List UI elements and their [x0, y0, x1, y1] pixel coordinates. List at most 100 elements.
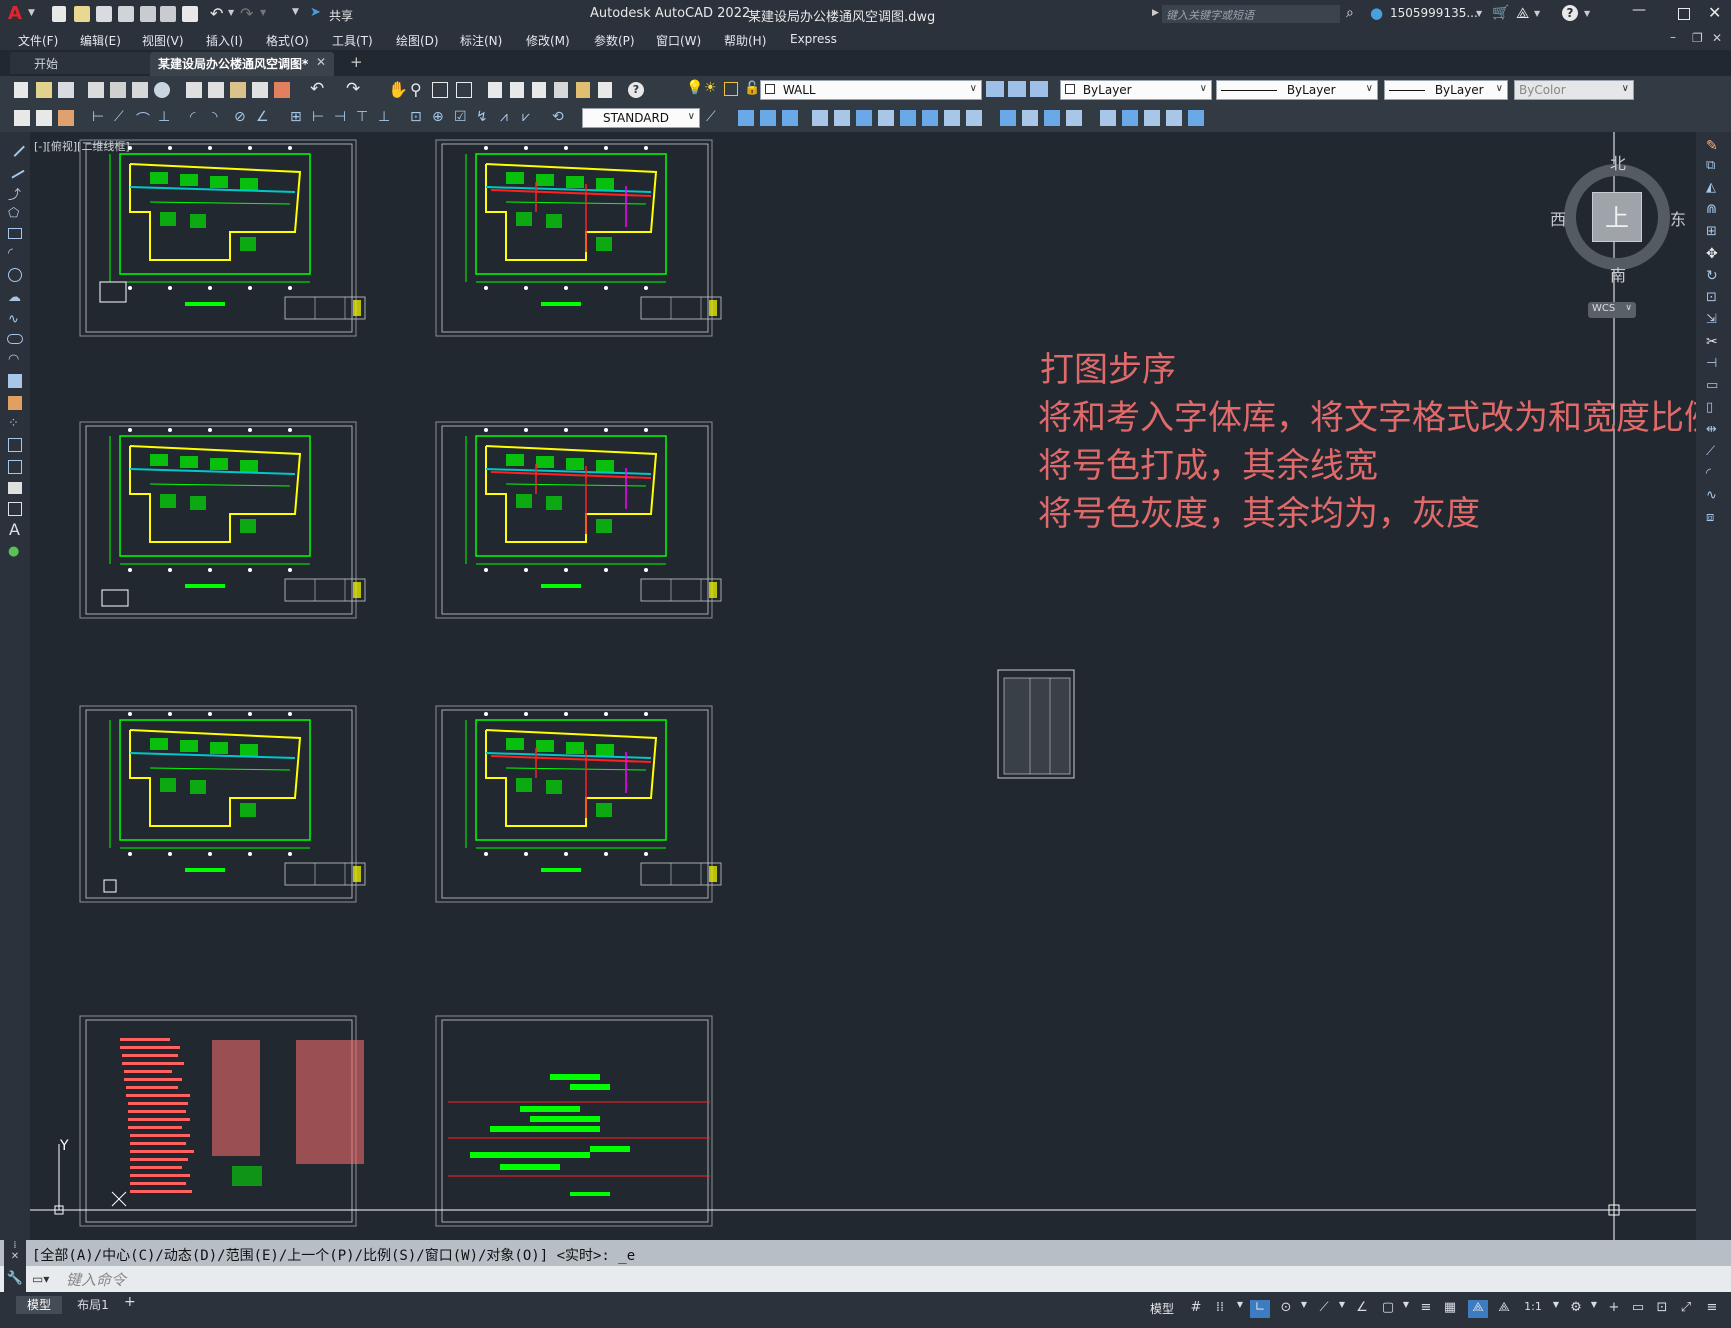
- user-name[interactable]: 1505999135...: [1390, 6, 1478, 20]
- menu-parametric[interactable]: 参数(P): [594, 32, 635, 49]
- doc-minimize-icon[interactable]: –: [1670, 30, 1676, 44]
- save-web-icon[interactable]: [160, 6, 176, 22]
- tb-pan-icon[interactable]: ✋: [388, 80, 408, 99]
- tb-paste-icon[interactable]: [230, 82, 246, 98]
- dim-baseline-icon[interactable]: ⊢: [312, 109, 324, 125]
- annotation-visibility-icon[interactable]: ⟁: [1468, 1300, 1488, 1318]
- mod-icon-7[interactable]: [878, 110, 894, 126]
- search-icon[interactable]: ⌕: [1346, 5, 1354, 21]
- tab-drawing[interactable]: 某建设局办公楼通风空调图* ✕: [150, 52, 334, 76]
- layer-states-icon[interactable]: [1030, 81, 1048, 97]
- workspace-dropdown-icon[interactable]: ▼: [1584, 1300, 1604, 1318]
- tb-zoom-window-icon[interactable]: [432, 82, 448, 98]
- menu-draw[interactable]: 绘图(D): [396, 32, 439, 49]
- customize-icon[interactable]: ≡: [1702, 1300, 1722, 1318]
- mod-icon-8[interactable]: [900, 110, 916, 126]
- tb-calc-icon[interactable]: [598, 82, 612, 98]
- layout-tab-layout1[interactable]: 布局1: [66, 1296, 120, 1314]
- region-icon[interactable]: [8, 482, 22, 494]
- undo-dropdown-icon[interactable]: ▼: [228, 8, 234, 17]
- tb2-icon-3[interactable]: [58, 110, 74, 126]
- lineweight-icon[interactable]: ≡: [1416, 1300, 1436, 1318]
- menu-dimension[interactable]: 标注(N): [460, 32, 502, 49]
- tb-publish-icon[interactable]: [132, 82, 148, 98]
- osnap-tracking-dropdown-icon[interactable]: ▼: [1332, 1300, 1352, 1318]
- dim-text-edit-icon[interactable]: ⩗: [522, 109, 530, 125]
- mod-icon-17[interactable]: [1122, 110, 1138, 126]
- viewcube-north[interactable]: 北: [1610, 150, 1626, 174]
- dim-update-icon[interactable]: ⟲: [552, 109, 564, 125]
- maximize-icon[interactable]: [1678, 8, 1690, 20]
- save-as-icon[interactable]: [118, 6, 134, 22]
- units-icon[interactable]: ▭: [1628, 1300, 1648, 1318]
- autocad-logo-icon[interactable]: A: [8, 4, 26, 24]
- app-menu-arrow-icon[interactable]: ▼: [28, 8, 35, 18]
- explode-icon[interactable]: ⧈: [1706, 510, 1714, 525]
- mod-icon-15[interactable]: [1066, 110, 1082, 126]
- dim-break-icon[interactable]: ⊥: [378, 109, 390, 125]
- snap-dropdown-icon[interactable]: ▼: [1230, 1300, 1250, 1318]
- share-button[interactable]: 共享: [329, 7, 353, 24]
- search-expand-icon[interactable]: ▶: [1152, 8, 1159, 18]
- dim-diameter-icon[interactable]: ⊘: [234, 109, 246, 125]
- erase-icon[interactable]: ✎: [1706, 138, 1718, 154]
- tb-toolpalette-icon[interactable]: [532, 82, 546, 98]
- tb2-icon-2[interactable]: [36, 110, 52, 126]
- osnap-tracking-icon[interactable]: ⟋: [1314, 1300, 1334, 1318]
- cart-icon[interactable]: 🛒: [1492, 5, 1509, 21]
- stretch-icon[interactable]: ⇲: [1706, 312, 1717, 327]
- minimize-icon[interactable]: —: [1632, 2, 1646, 18]
- help-dropdown-icon[interactable]: ▼: [1584, 9, 1590, 18]
- search-input[interactable]: 键入关键字或短语: [1162, 5, 1340, 23]
- color-dropdown[interactable]: ByLayer ∨: [1060, 80, 1212, 100]
- fillet-icon[interactable]: ◜: [1706, 466, 1711, 481]
- tb-new-icon[interactable]: [14, 82, 28, 98]
- transparency-icon[interactable]: ▦: [1440, 1300, 1460, 1318]
- add-icon[interactable]: +: [1604, 1300, 1624, 1318]
- add-selected-icon[interactable]: ●: [8, 544, 19, 559]
- redo-dropdown-icon[interactable]: ▼: [260, 8, 266, 17]
- point-icon[interactable]: ⁘: [8, 416, 19, 431]
- tab-close-icon[interactable]: ✕: [316, 55, 326, 69]
- dimstyle-icon[interactable]: ⟋: [706, 109, 716, 125]
- mod-icon-1[interactable]: [738, 110, 754, 126]
- mod-icon-3[interactable]: [782, 110, 798, 126]
- dim-space-icon[interactable]: ⊤: [356, 109, 368, 125]
- menu-modify[interactable]: 修改(M): [526, 32, 570, 49]
- layer-on-icon[interactable]: 💡: [686, 80, 703, 96]
- ortho-icon[interactable]: ∟: [1250, 1300, 1270, 1318]
- viewcube-east[interactable]: 东: [1670, 206, 1686, 230]
- open-web-icon[interactable]: [140, 6, 156, 22]
- tb-cut-icon[interactable]: [186, 82, 202, 98]
- join-icon[interactable]: ⇹: [1706, 422, 1717, 437]
- chamfer-icon[interactable]: ⟋: [1706, 444, 1715, 459]
- tb-markup-icon[interactable]: [576, 82, 590, 98]
- isodraft-icon[interactable]: ∠: [1352, 1300, 1372, 1318]
- cmd-customize-icon[interactable]: 🔧: [4, 1266, 26, 1292]
- tb-matchprop-icon[interactable]: [252, 82, 268, 98]
- tab-start[interactable]: 开始: [10, 52, 150, 74]
- tb2-icon-1[interactable]: [14, 110, 30, 126]
- help-icon[interactable]: ?: [1562, 5, 1578, 21]
- polar-icon[interactable]: ⊙: [1276, 1300, 1296, 1318]
- break-point-icon[interactable]: ▭: [1706, 378, 1718, 393]
- app-dropdown-icon[interactable]: ▼: [1534, 9, 1540, 18]
- cmd-grip-icon[interactable]: ⁞ ✕: [4, 1240, 26, 1266]
- draw-circle-icon[interactable]: [8, 268, 22, 282]
- menu-view[interactable]: 视图(V): [142, 32, 184, 49]
- array-icon[interactable]: ⊞: [1706, 224, 1717, 239]
- rotate-icon[interactable]: ↻: [1706, 268, 1718, 284]
- new-tab-button[interactable]: +: [350, 53, 363, 71]
- dim-ordinate-icon[interactable]: ⊥: [158, 109, 170, 125]
- layout-tab-add[interactable]: +: [124, 1294, 136, 1310]
- workspace-gear-icon[interactable]: ⚙: [1566, 1300, 1586, 1318]
- mod-icon-2[interactable]: [760, 110, 776, 126]
- draw-spline-icon[interactable]: ∿: [8, 312, 19, 327]
- viewcube[interactable]: 上 北 南 西 东: [1550, 154, 1686, 285]
- tb-help-icon[interactable]: ?: [628, 82, 644, 98]
- share-icon[interactable]: ➤: [310, 5, 321, 20]
- layout-tab-model[interactable]: 模型: [16, 1296, 62, 1314]
- copy-object-icon[interactable]: ⧉: [1706, 158, 1715, 173]
- mod-icon-16[interactable]: [1100, 110, 1116, 126]
- draw-rectangle-icon[interactable]: [8, 228, 22, 239]
